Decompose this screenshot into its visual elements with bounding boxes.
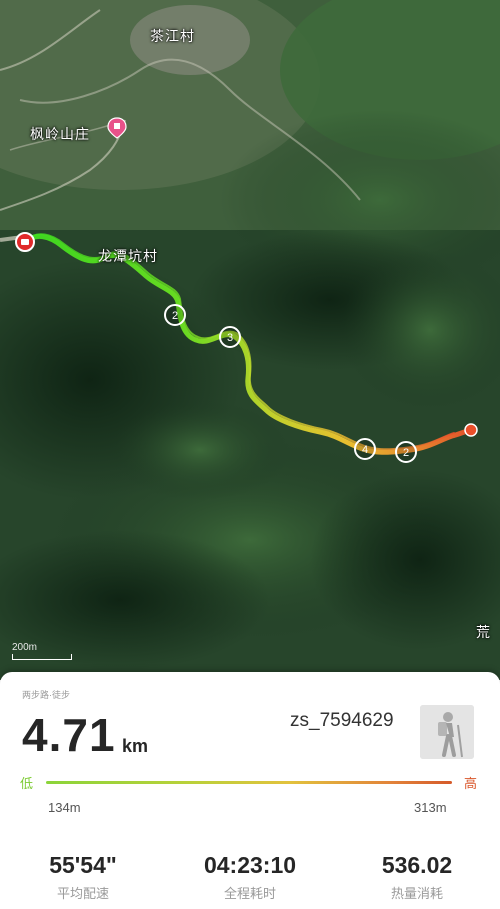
elevation-min: 134m [48, 800, 81, 815]
stat-value: 536.02 [381, 852, 453, 878]
avatar[interactable] [420, 705, 474, 759]
km-marker-icon[interactable]: 2 [163, 303, 187, 327]
km-marker-label: 2 [172, 310, 178, 322]
poi-pin-icon[interactable] [106, 117, 128, 139]
track-detail-screen: 2 3 4 2 茶江村 枫岭山庄 龙潭坑村 荒 200m 两步路·徒步 4.71… [0, 0, 500, 909]
place-label-village-mid: 龙潭坑村 [98, 248, 158, 264]
km-marker-label: 3 [227, 332, 233, 344]
map-terrain [0, 0, 500, 680]
km-marker-label: 4 [362, 444, 368, 456]
distance-value: 4.71 [22, 709, 116, 761]
km-marker-icon[interactable]: 2 [394, 440, 418, 464]
end-marker-icon[interactable] [463, 422, 479, 438]
elevation-gradient-bar [46, 781, 452, 784]
map-scale: 200m [12, 642, 72, 660]
summary-card: 两步路·徒步 4.71 km zs_7594629 低 高 134m 313m … [0, 672, 500, 909]
activity-type: 两步路·徒步 [22, 690, 70, 700]
stat-avg-pace: 55'54" 平均配速 [8, 852, 158, 902]
place-label-edge: 荒 [476, 624, 491, 640]
distance-unit: km [122, 736, 149, 756]
stat-label: 全程耗时 [223, 886, 276, 901]
stat-total-time: 04:23:10 全程耗时 [175, 852, 325, 902]
stat-label: 热量消耗 [390, 886, 443, 901]
km-marker-label: 2 [403, 447, 409, 459]
elevation-low-label: 低 [20, 776, 34, 791]
satellite-map[interactable]: 2 3 4 2 茶江村 枫岭山庄 龙潭坑村 荒 200m [0, 0, 500, 680]
hiker-icon [420, 705, 474, 759]
stat-value: 04:23:10 [203, 852, 297, 878]
stat-calories: 536.02 热量消耗 [342, 852, 492, 902]
stat-value: 55'54" [49, 852, 117, 878]
start-marker-icon[interactable] [14, 231, 36, 253]
stat-label: 平均配速 [56, 886, 109, 901]
km-marker-icon[interactable]: 3 [218, 325, 242, 349]
km-marker-icon[interactable]: 4 [353, 437, 377, 461]
place-label-village-top: 茶江村 [150, 28, 195, 44]
elevation-max: 313m [414, 800, 447, 815]
place-label-resort: 枫岭山庄 [30, 126, 90, 142]
map-scale-bar [12, 654, 72, 660]
map-scale-label: 200m [12, 642, 38, 653]
elevation-high-label: 高 [464, 776, 478, 791]
username[interactable]: zs_7594629 [290, 710, 394, 732]
